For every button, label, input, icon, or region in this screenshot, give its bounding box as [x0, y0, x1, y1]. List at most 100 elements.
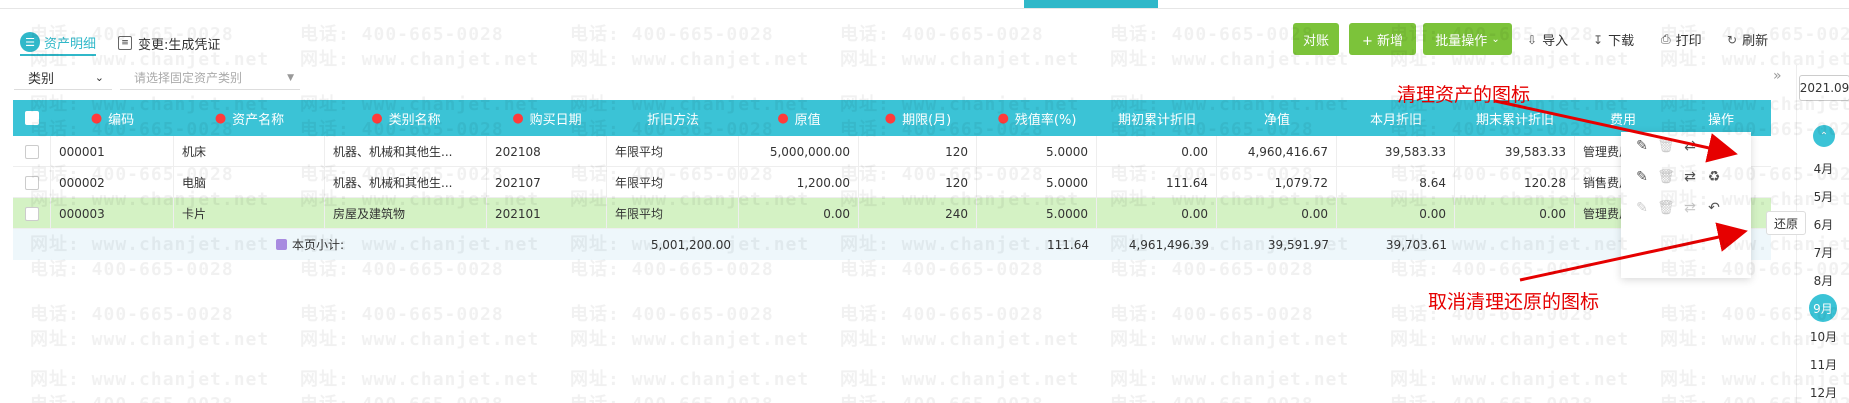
table-cell: 0.00	[1217, 198, 1337, 229]
month-8[interactable]: 12月	[1797, 384, 1849, 401]
batch-operation-button[interactable]: 批量操作 ⌄	[1423, 23, 1512, 55]
delete-icon[interactable]: 🗑	[1657, 200, 1675, 216]
change-icon[interactable]: ⇄	[1681, 138, 1699, 154]
watermark-phone: 电话: 400-665-0028	[570, 24, 774, 45]
row-checkbox[interactable]	[13, 136, 51, 167]
table-cell: 0.00	[1097, 136, 1217, 167]
type-select[interactable]: 类别 ⌄	[14, 66, 112, 90]
checkbox	[24, 175, 39, 190]
edit-icon[interactable]: ✎	[1633, 138, 1651, 154]
print-icon: ⎙	[1661, 32, 1671, 46]
table-cell: 000001	[51, 136, 174, 167]
month-4[interactable]: 8月	[1797, 272, 1849, 289]
month-0[interactable]: 4月	[1797, 160, 1849, 177]
column-header-label: 费用	[1609, 112, 1636, 128]
tab-generate-voucher[interactable]: ≡ 变更:生成凭证	[118, 30, 220, 56]
watermark-site: 网址: www.chanjet.net	[300, 369, 540, 390]
table-cell: 240	[859, 198, 977, 229]
column-header[interactable]: 操作	[1671, 100, 1771, 136]
column-header-label: 残值率(%)	[1014, 112, 1077, 128]
column-header[interactable]: ● 资产名称	[174, 100, 325, 136]
print-button[interactable]: ⎙ 打印	[1661, 30, 1702, 49]
table-row[interactable]: 000002 电脑 机器、机械和其他生... 202107 年限平均 1,200.00 12…	[13, 167, 1771, 198]
edit-icon[interactable]: ✎	[1633, 200, 1651, 216]
table-cell: 5.0000	[977, 198, 1097, 229]
change-icon[interactable]: ⇄	[1681, 200, 1699, 216]
column-header[interactable]: 净值	[1217, 100, 1337, 136]
list-icon: ☰	[20, 32, 40, 52]
refresh-button[interactable]: ↻ 刷新	[1727, 30, 1769, 50]
clean-icon[interactable]: ♻	[1705, 138, 1723, 154]
year-selector[interactable]: 2021.09	[1799, 75, 1849, 101]
column-header[interactable]: ● 购买日期	[487, 100, 607, 136]
category-select[interactable]: 请选择固定资产类别 ▼	[120, 66, 300, 90]
table-cell: 202101	[487, 198, 607, 229]
table-cell: 120.28	[1455, 167, 1575, 198]
download-label: 下载	[1608, 34, 1635, 49]
sub-tabs: ☰ 资产明细 ≡ 变更:生成凭证	[20, 30, 242, 56]
chevron-down-icon: ⌄	[94, 71, 104, 84]
watermark-phone: 电话: 400-665-0028	[570, 390, 774, 403]
reconcile-button[interactable]: 对账	[1293, 23, 1339, 55]
column-header[interactable]: 期初累计折旧	[1097, 100, 1217, 136]
edit-icon[interactable]: ✎	[1633, 169, 1651, 185]
column-header-label: 期末累计折旧	[1475, 112, 1554, 128]
scroll-up-icon[interactable]: ⌃	[1813, 125, 1835, 147]
collapse-panel-icon[interactable]: »	[1773, 68, 1782, 84]
row-checkbox[interactable]	[13, 167, 51, 198]
delete-icon[interactable]: 🗑	[1657, 138, 1675, 154]
watermark-site: 网址: www.chanjet.net	[1110, 369, 1350, 390]
year-value: 2021.09	[1799, 81, 1849, 95]
checkbox	[25, 111, 39, 125]
watermark-site: 网址: www.chanjet.net	[1390, 329, 1630, 350]
import-button[interactable]: ⇩ 导入	[1527, 30, 1568, 50]
batch-label: 批量操作	[1435, 33, 1488, 49]
watermark-site: 网址: www.chanjet.net	[300, 49, 540, 70]
active-top-tab-indicator[interactable]	[1024, 0, 1158, 8]
column-header[interactable]: ● 原值	[739, 100, 859, 136]
table-cell: 机床	[174, 136, 325, 167]
column-header[interactable]: ● 残值率(%)	[977, 100, 1097, 136]
month-7[interactable]: 11月	[1797, 356, 1849, 373]
table-cell: 年限平均	[607, 167, 739, 198]
tab-asset-detail[interactable]: ☰ 资产明细	[20, 30, 97, 56]
fixed-asset-page: ☰ 资产明细 ≡ 变更:生成凭证 对账 + 新增 批量操作 ⌄ ⇩ 导入 ↧ 下载 ⎙…	[0, 0, 1849, 403]
select-all-checkbox[interactable]	[13, 100, 51, 136]
subtotal-label-cell: 本页小计:	[268, 229, 408, 260]
table-row[interactable]: 000003 卡片 房屋及建筑物 202101 年限平均 0.00 240 5.0000 0.0…	[13, 198, 1771, 229]
month-5[interactable]: 9月	[1809, 294, 1837, 322]
clean-annotation: 清理资产的图标	[1397, 84, 1531, 106]
month-1[interactable]: 5月	[1797, 188, 1849, 205]
table-cell: 5,000,000.00	[739, 136, 859, 167]
month-6[interactable]: 10月	[1797, 328, 1849, 345]
column-header[interactable]: 折旧方法	[607, 100, 739, 136]
column-header-label: 期初累计折旧	[1117, 112, 1196, 128]
table-row[interactable]: 000001 机床 机器、机械和其他生... 202108 年限平均 5,000,000.…	[13, 136, 1771, 167]
table-cell: 电脑	[174, 167, 325, 198]
table-cell: 年限平均	[607, 136, 739, 167]
column-header[interactable]: ● 期限(月)	[859, 100, 977, 136]
column-header[interactable]: 费用	[1575, 100, 1671, 136]
column-header[interactable]: ● 编码	[51, 100, 174, 136]
watermark-site: 网址: www.chanjet.net	[30, 329, 270, 350]
delete-icon[interactable]: 🗑	[1657, 169, 1675, 185]
change-icon[interactable]: ⇄	[1681, 169, 1699, 185]
table-cell: 0.00	[1097, 198, 1217, 229]
table-cell: 0.00	[739, 198, 859, 229]
column-header[interactable]: ● 类别名称	[325, 100, 487, 136]
column-header-label: 净值	[1263, 112, 1290, 128]
month-3[interactable]: 7月	[1797, 244, 1849, 261]
clean-icon[interactable]: ♻	[1705, 169, 1723, 185]
download-button[interactable]: ↧ 下载	[1593, 30, 1635, 50]
table-cell: 39,583.33	[1337, 136, 1455, 167]
table-cell: 房屋及建筑物	[325, 198, 487, 229]
refresh-label: 刷新	[1742, 34, 1769, 49]
column-header-label: 期限(月)	[902, 112, 952, 128]
category-placeholder: 请选择固定资产类别	[134, 71, 243, 85]
required-marker: ●	[512, 110, 524, 126]
add-button[interactable]: + 新增	[1349, 23, 1416, 55]
row-checkbox[interactable]	[13, 198, 51, 229]
watermark-phone: 电话: 400-665-0028	[300, 304, 504, 325]
checkbox	[24, 144, 39, 159]
restore-icon[interactable]: ↶	[1705, 200, 1723, 216]
